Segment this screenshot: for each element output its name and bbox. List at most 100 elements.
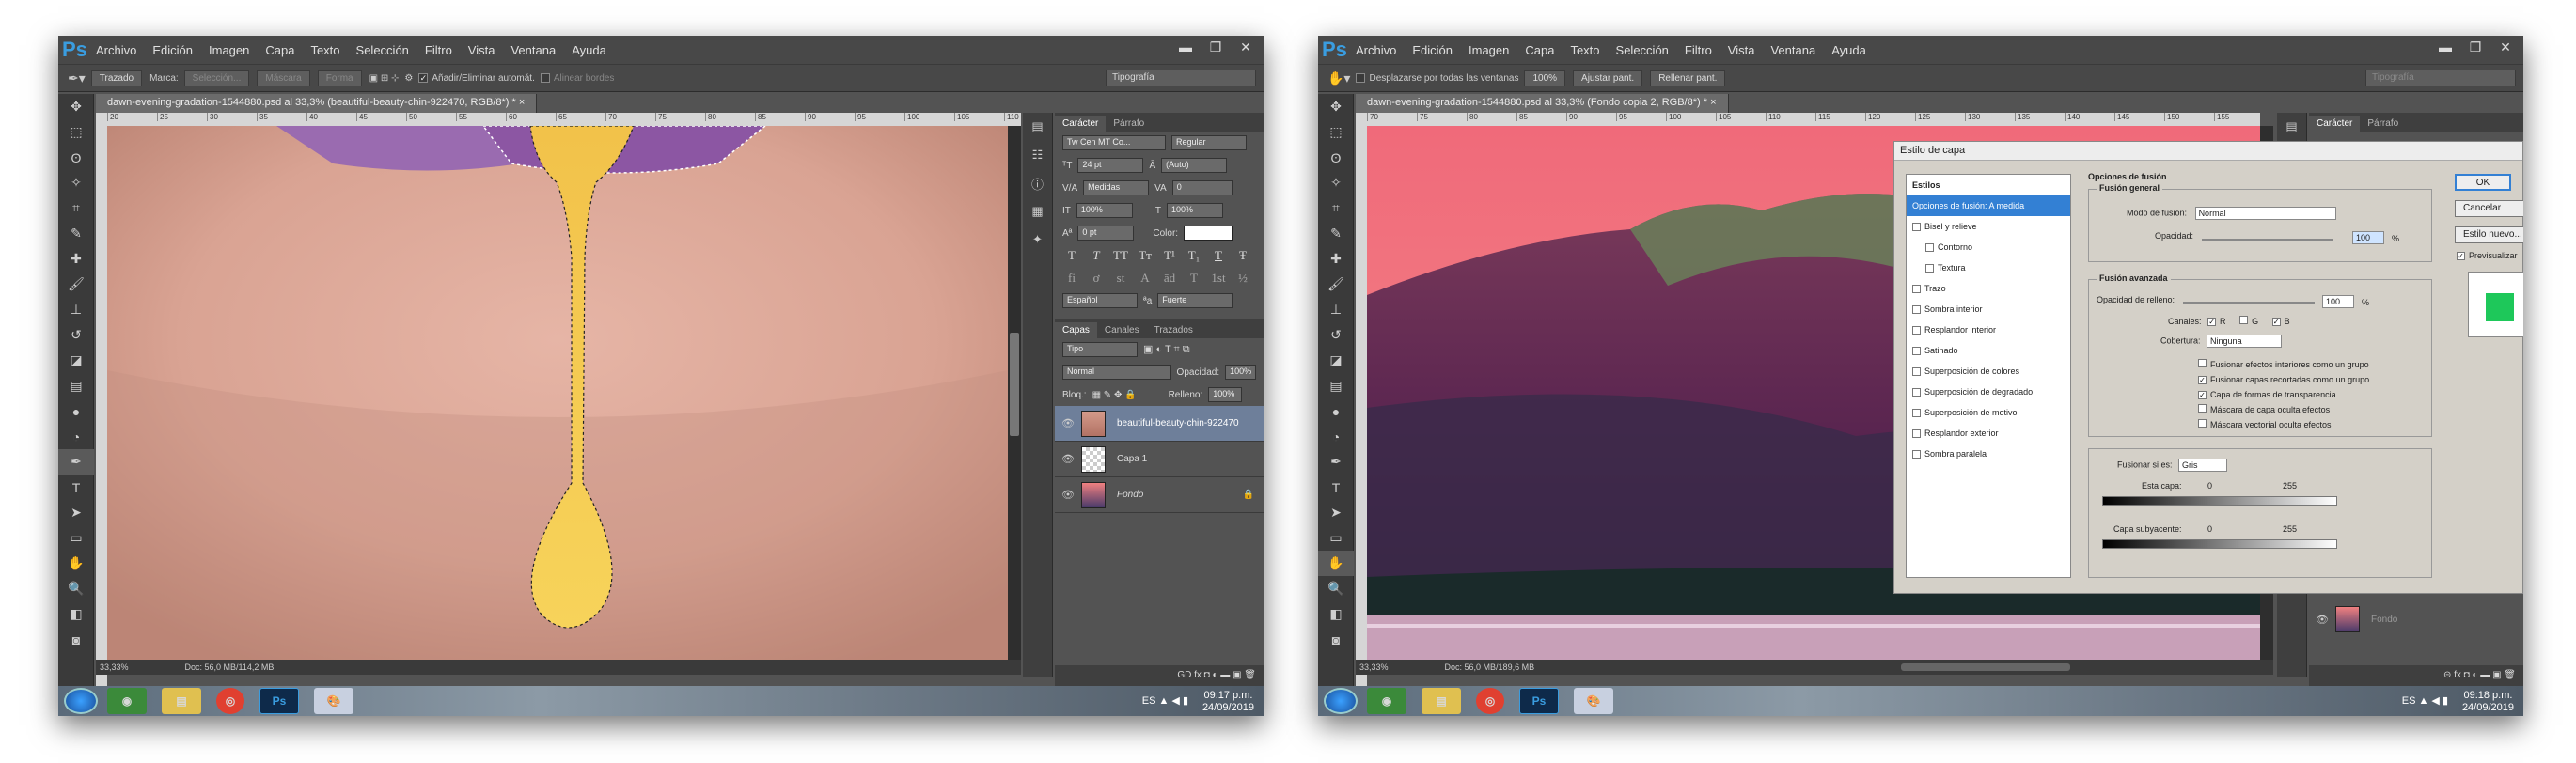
minimize-icon[interactable]: ▬ <box>2435 39 2456 55</box>
stamp-tool-icon[interactable]: ⊥ <box>1318 297 1354 322</box>
opacity-field[interactable]: 100 <box>2352 231 2384 244</box>
eye-icon[interactable]: 👁 <box>2309 614 2335 626</box>
style-pattern-overlay[interactable]: Superposición de motivo <box>1907 402 2070 423</box>
menu-vista[interactable]: Vista <box>468 43 495 57</box>
fill-opacity-field[interactable]: 100 <box>2322 295 2354 308</box>
menu-archivo[interactable]: Archivo <box>1356 43 1396 57</box>
tab-caracter[interactable]: Carácter <box>1055 116 1107 132</box>
pen-tool-icon[interactable]: ✒▾ <box>68 70 86 86</box>
layer-row[interactable]: 👁 Fondo 🔒 <box>1055 477 1264 513</box>
zoom-level[interactable]: 33,33% <box>1359 662 1389 672</box>
gear-icon[interactable]: ⚙ <box>404 73 413 84</box>
checkbox[interactable] <box>1912 325 1921 335</box>
checkbox[interactable] <box>1912 284 1921 293</box>
paint-icon[interactable]: 🎨 <box>1574 688 1613 714</box>
style-inner-shadow[interactable]: Sombra interior <box>1907 299 2070 319</box>
faux-italic-icon[interactable]: T <box>1087 248 1106 263</box>
quick-mask-icon[interactable]: ◙ <box>1318 627 1354 652</box>
lock-icons[interactable]: ▦ ✎ ✥ 🔒 <box>1092 390 1137 400</box>
move-tool-icon[interactable]: ✥ <box>1318 94 1354 119</box>
checkbox[interactable] <box>1925 263 1934 272</box>
layers-footer-icons[interactable]: ⊝ fx ◘ ◐ ▬ ▣ 🗑 <box>2309 665 2523 686</box>
checkbox[interactable] <box>2198 419 2207 428</box>
layer-name[interactable]: Fondo <box>2371 615 2397 625</box>
font-size-field[interactable]: 24 pt <box>1077 158 1144 173</box>
gradient-tool-icon[interactable]: ▤ <box>58 373 94 398</box>
healing-tool-icon[interactable]: ✚ <box>1318 246 1354 272</box>
channel-g-checkbox[interactable] <box>2239 316 2249 324</box>
layers-footer-icons[interactable]: GD fx ◘ ◐ ▬ ▣ 🗑 <box>1055 665 1264 686</box>
style-color-overlay[interactable]: Superposición de colores <box>1907 361 2070 382</box>
menu-archivo[interactable]: Archivo <box>96 43 136 57</box>
tab-caracter[interactable]: Carácter <box>2309 116 2361 132</box>
eye-icon[interactable]: 👁 <box>1055 453 1081 465</box>
menu-edicion[interactable]: Edición <box>152 43 193 57</box>
fit-screen-button[interactable]: Ajustar pant. <box>1573 70 1643 86</box>
menu-ayuda[interactable]: Ayuda <box>572 43 606 57</box>
checkbox[interactable]: ✓ <box>2198 391 2207 399</box>
clock[interactable]: 09:17 p.m. 24/09/2019 <box>1202 690 1254 714</box>
menu-texto[interactable]: Texto <box>310 43 339 57</box>
paint-icon[interactable]: 🎨 <box>314 688 353 714</box>
hand-tool-icon[interactable]: ✋ <box>1318 551 1354 576</box>
font-family-select[interactable]: Tw Cen MT Co... <box>1062 135 1166 150</box>
blend-mode-select[interactable]: Normal <box>2194 207 2336 220</box>
checkbox[interactable] <box>2198 359 2207 367</box>
start-button-icon[interactable] <box>64 688 98 714</box>
dodge-tool-icon[interactable]: ◔ <box>58 424 94 449</box>
menu-ayuda[interactable]: Ayuda <box>1831 43 1866 57</box>
style-texture[interactable]: Textura <box>1907 257 2070 278</box>
old-style-icon[interactable]: ơ <box>1087 271 1106 286</box>
blur-tool-icon[interactable]: ● <box>1318 398 1354 424</box>
document-tab[interactable]: dawn-evening-gradation-1544880.psd al 33… <box>96 94 538 113</box>
healing-tool-icon[interactable]: ✚ <box>58 246 94 272</box>
tab-trazados[interactable]: Trazados <box>1147 322 1201 338</box>
eye-icon[interactable]: 👁 <box>1055 417 1081 429</box>
minimize-icon[interactable]: ▬ <box>1175 39 1196 55</box>
horizontal-scroll-thumb[interactable] <box>1901 663 2070 671</box>
auto-add-checkbox[interactable]: ✓ <box>418 73 429 83</box>
history-panel-icon[interactable]: ▤ <box>2277 113 2306 141</box>
baseline-field[interactable]: 0 pt <box>1077 226 1135 241</box>
titling-icon[interactable]: T <box>1185 271 1203 286</box>
eyedropper-tool-icon[interactable]: ✎ <box>58 221 94 246</box>
path-ops-icon[interactable]: ▣ ⊞ ⊹ <box>369 73 400 84</box>
style-satin[interactable]: Satinado <box>1907 340 2070 361</box>
checkbox[interactable] <box>1912 449 1921 459</box>
menu-imagen[interactable]: Imagen <box>209 43 249 57</box>
workspace-select[interactable]: Tipografía <box>1106 70 1256 86</box>
checkbox[interactable]: ✓ <box>2198 376 2207 384</box>
folder-icon[interactable]: ▤ <box>162 688 201 714</box>
vertical-scroll-thumb[interactable] <box>1010 333 1019 436</box>
layer-row[interactable]: 👁 Capa 1 <box>1055 442 1264 477</box>
color-swatches-icon[interactable]: ◧ <box>58 601 94 627</box>
seleccion-button[interactable]: Selección... <box>183 70 250 86</box>
menu-ventana[interactable]: Ventana <box>510 43 556 57</box>
shape-tool-icon[interactable]: ▭ <box>1318 525 1354 551</box>
channel-r-checkbox[interactable]: ✓ <box>2207 318 2217 326</box>
history-brush-icon[interactable]: ↺ <box>1318 322 1354 348</box>
eyedropper-tool-icon[interactable]: ✎ <box>1318 221 1354 246</box>
ligature-icon[interactable]: fi <box>1062 271 1081 286</box>
knockout-select[interactable]: Ninguna <box>2207 335 2283 348</box>
small-caps-icon[interactable]: Tт <box>1136 248 1154 263</box>
forma-button[interactable]: Forma <box>317 70 362 86</box>
crop-tool-icon[interactable]: ⌗ <box>1318 195 1354 221</box>
ordinals-icon[interactable]: 1st <box>1209 271 1228 286</box>
type-tool-icon[interactable]: T <box>58 475 94 500</box>
vertical-scrollbar[interactable] <box>1008 126 1021 660</box>
discretionary-ligature-icon[interactable]: st <box>1111 271 1130 286</box>
document-tab[interactable]: dawn-evening-gradation-1544880.psd al 33… <box>1356 94 1729 113</box>
layer-filter-icons[interactable]: ▣ ◐ T ⌗ ⧉ <box>1143 343 1190 356</box>
checkbox[interactable] <box>1912 428 1921 438</box>
font-style-select[interactable]: Regular <box>1171 135 1247 150</box>
antialias-select[interactable]: Fuerte <box>1157 293 1233 308</box>
taskbar-app-icon[interactable]: ◉ <box>107 688 147 714</box>
blend-mode-select[interactable]: Normal <box>1062 365 1171 380</box>
language-select[interactable]: Español <box>1062 293 1138 308</box>
style-contour[interactable]: Contorno <box>1907 237 2070 257</box>
superscript-icon[interactable]: T¹ <box>1160 248 1179 263</box>
all-caps-icon[interactable]: TT <box>1111 248 1130 263</box>
tab-parrafo[interactable]: Párrafo <box>1106 116 1152 132</box>
checkbox[interactable] <box>1912 408 1921 417</box>
